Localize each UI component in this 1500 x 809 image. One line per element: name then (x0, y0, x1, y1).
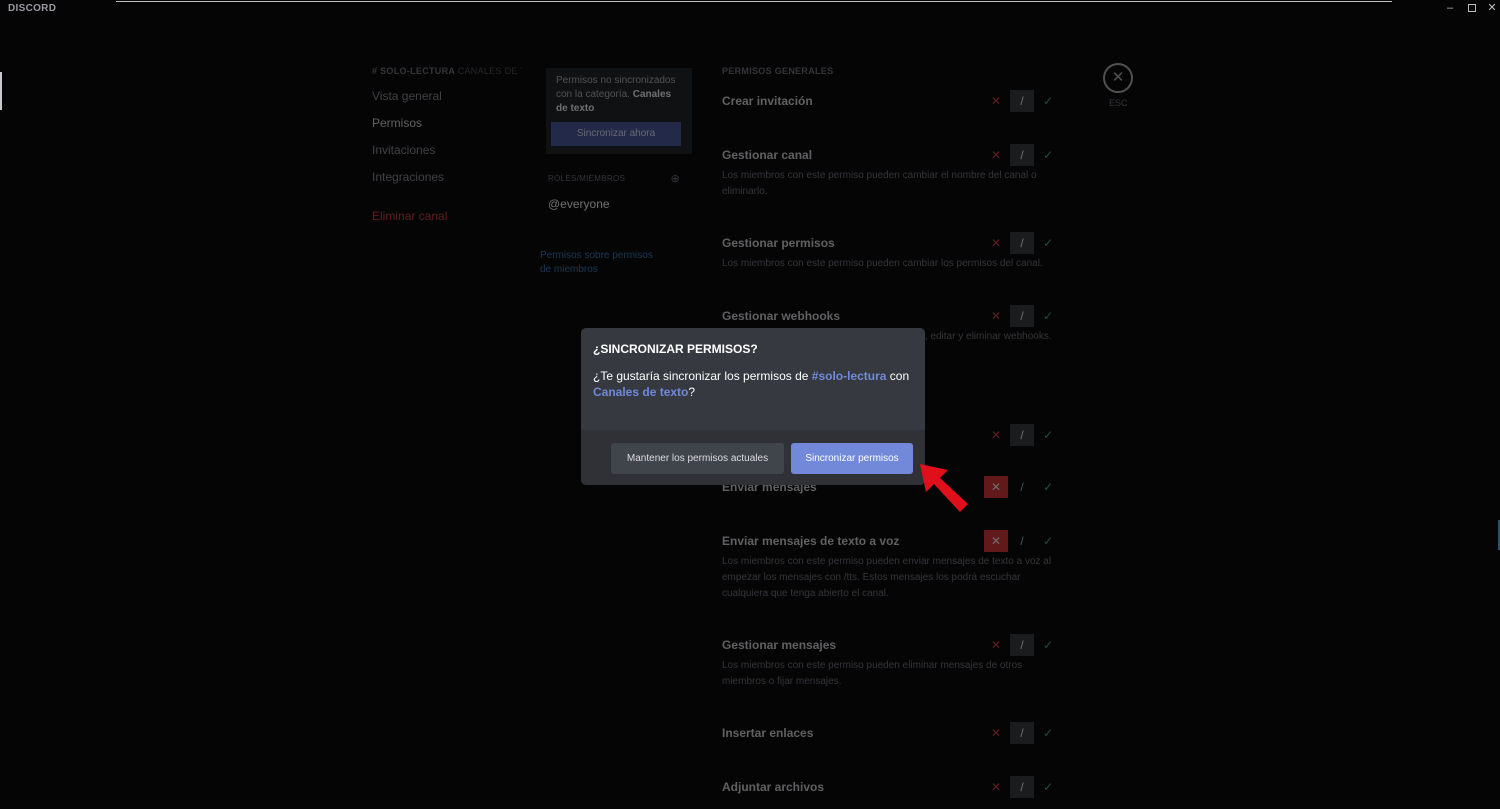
neutral-icon[interactable]: / (1010, 776, 1034, 798)
sync-notice-text: Permisos no sincronizados con la categor… (556, 74, 682, 116)
minimize-icon[interactable]: – (1443, 2, 1457, 14)
allow-icon[interactable]: ✓ (1036, 776, 1060, 798)
permissions-header: PERMISOS GENERALES (722, 66, 834, 76)
sync-now-button[interactable]: Sincronizar ahora (551, 122, 681, 146)
sync-permissions-button[interactable]: Sincronizar permisos (791, 443, 913, 474)
permission-row: Gestionar permisos Los miembros con este… (722, 232, 1062, 272)
neutral-icon[interactable]: / (1010, 305, 1034, 327)
permission-toggles: ✕ / ✓ (984, 476, 1060, 498)
permission-row: Gestionar canal Los miembros con este pe… (722, 144, 1062, 200)
modal-text-prefix: ¿Te gustaría sincronizar los permisos de (593, 369, 812, 383)
permission-toggles: ✕ / ✓ (984, 634, 1060, 656)
deny-icon[interactable]: ✕ (984, 530, 1008, 552)
permission-row: Crear invitación ✕ / ✓ (722, 90, 1062, 112)
allow-icon[interactable]: ✓ (1036, 305, 1060, 327)
neutral-icon[interactable]: / (1010, 144, 1034, 166)
role-item-everyone[interactable]: @everyone (548, 197, 690, 211)
neutral-icon[interactable]: / (1010, 722, 1034, 744)
permission-toggles: ✕ / ✓ (984, 530, 1060, 552)
permission-toggles: ✕ / ✓ (984, 144, 1060, 166)
modal-body: ¿SINCRONIZAR PERMISOS? ¿Te gustaría sinc… (581, 328, 925, 430)
allow-icon[interactable]: ✓ (1036, 634, 1060, 656)
permission-description: Los miembros con este permiso pueden cam… (722, 170, 1037, 197)
deny-icon[interactable]: ✕ (984, 634, 1008, 656)
maximize-icon[interactable] (1465, 2, 1479, 14)
sidebar-item-invites[interactable]: Invitaciones (372, 142, 522, 169)
deny-icon[interactable]: ✕ (984, 424, 1008, 446)
permission-toggles: ✕ / ✓ (984, 90, 1060, 112)
add-role-icon[interactable]: ⊕ (670, 172, 680, 185)
allow-icon[interactable]: ✓ (1036, 144, 1060, 166)
roles-header: ROLES/MIEMBROS ⊕ (548, 172, 690, 185)
permission-toggles: ✕ / ✓ (984, 722, 1060, 744)
deny-icon[interactable]: ✕ (984, 722, 1008, 744)
allow-icon[interactable]: ✓ (1036, 722, 1060, 744)
delete-channel-button[interactable]: Eliminar canal (372, 209, 522, 223)
permission-toggles: ✕ / ✓ (984, 424, 1060, 446)
permission-toggles: ✕ / ✓ (984, 305, 1060, 327)
neutral-icon[interactable]: / (1010, 232, 1034, 254)
sidebar-category-name: CANALES DE TEXTO (457, 66, 522, 76)
permission-description: Los miembros con este permiso pueden eli… (722, 660, 1023, 687)
app-name: DISCORD (8, 3, 57, 14)
sidebar-item-integrations[interactable]: Integraciones (372, 169, 522, 196)
deny-icon[interactable]: ✕ (984, 776, 1008, 798)
sync-permissions-modal: ¿SINCRONIZAR PERMISOS? ¿Te gustaría sinc… (581, 328, 925, 485)
sidebar-header: # SOLO-LECTURA CANALES DE TEXTO (372, 66, 522, 76)
permissions-list: PERMISOS GENERALES Crear invitación ✕ / … (722, 66, 1062, 798)
deny-icon[interactable]: ✕ (984, 90, 1008, 112)
modal-message: ¿Te gustaría sincronizar los permisos de… (593, 368, 913, 400)
neutral-icon[interactable]: / (1010, 424, 1034, 446)
title-bar: DISCORD – ✕ (0, 0, 1500, 18)
category-mention: Canales de texto (593, 385, 689, 399)
permission-row: Enviar mensajes de texto a voz Los miemb… (722, 530, 1062, 602)
allow-icon[interactable]: ✓ (1036, 90, 1060, 112)
roles-header-label: ROLES/MIEMBROS (548, 174, 626, 183)
permission-toggles: ✕ / ✓ (984, 776, 1060, 798)
deny-icon[interactable]: ✕ (984, 305, 1008, 327)
modal-footer: Mantener los permisos actuales Sincroniz… (581, 430, 925, 485)
allow-icon[interactable]: ✓ (1036, 232, 1060, 254)
modal-text-middle: con (886, 369, 910, 383)
deny-icon[interactable]: ✕ (984, 144, 1008, 166)
allow-icon[interactable]: ✓ (1036, 424, 1060, 446)
member-permissions-link[interactable]: Permisos sobre permisos de miembros (540, 249, 660, 277)
neutral-icon[interactable]: / (1010, 634, 1034, 656)
permission-row: Insertar enlaces ✕ / ✓ (722, 722, 1062, 744)
deny-icon[interactable]: ✕ (984, 232, 1008, 254)
keep-permissions-button[interactable]: Mantener los permisos actuales (611, 443, 784, 474)
neutral-icon[interactable]: / (1010, 90, 1034, 112)
deny-icon[interactable]: ✕ (984, 476, 1008, 498)
permission-description: Los miembros con este permiso pueden env… (722, 556, 1052, 599)
annotation-arrow-icon (920, 464, 968, 512)
sidebar-item-permissions[interactable]: Permisos (372, 115, 522, 142)
permission-row: Adjuntar archivos ✕ / ✓ (722, 776, 1062, 798)
settings-sidebar: # SOLO-LECTURA CANALES DE TEXTO Vista ge… (372, 66, 522, 223)
permission-row: Gestionar mensajes Los miembros con este… (722, 634, 1062, 690)
neutral-icon[interactable]: / (1010, 476, 1034, 498)
channel-mention: #solo-lectura (811, 369, 887, 383)
sidebar-item-overview[interactable]: Vista general (372, 88, 522, 115)
sync-notice: Permisos no sincronizados con la categor… (546, 68, 692, 154)
modal-text-suffix: ? (688, 385, 696, 399)
modal-title: ¿SINCRONIZAR PERMISOS? (593, 342, 758, 356)
close-settings-icon[interactable]: ✕ (1103, 63, 1133, 93)
roles-column: Permisos no sincronizados con la categor… (540, 68, 692, 277)
title-divider (116, 1, 1392, 2)
neutral-icon[interactable]: / (1010, 530, 1034, 552)
allow-icon[interactable]: ✓ (1036, 476, 1060, 498)
close-window-icon[interactable]: ✕ (1485, 2, 1499, 14)
allow-icon[interactable]: ✓ (1036, 530, 1060, 552)
esc-label: ESC (1109, 98, 1128, 108)
permission-description: Los miembros con este permiso pueden cam… (722, 258, 1043, 269)
sidebar-channel-name: # SOLO-LECTURA (372, 66, 455, 76)
permission-toggles: ✕ / ✓ (984, 232, 1060, 254)
